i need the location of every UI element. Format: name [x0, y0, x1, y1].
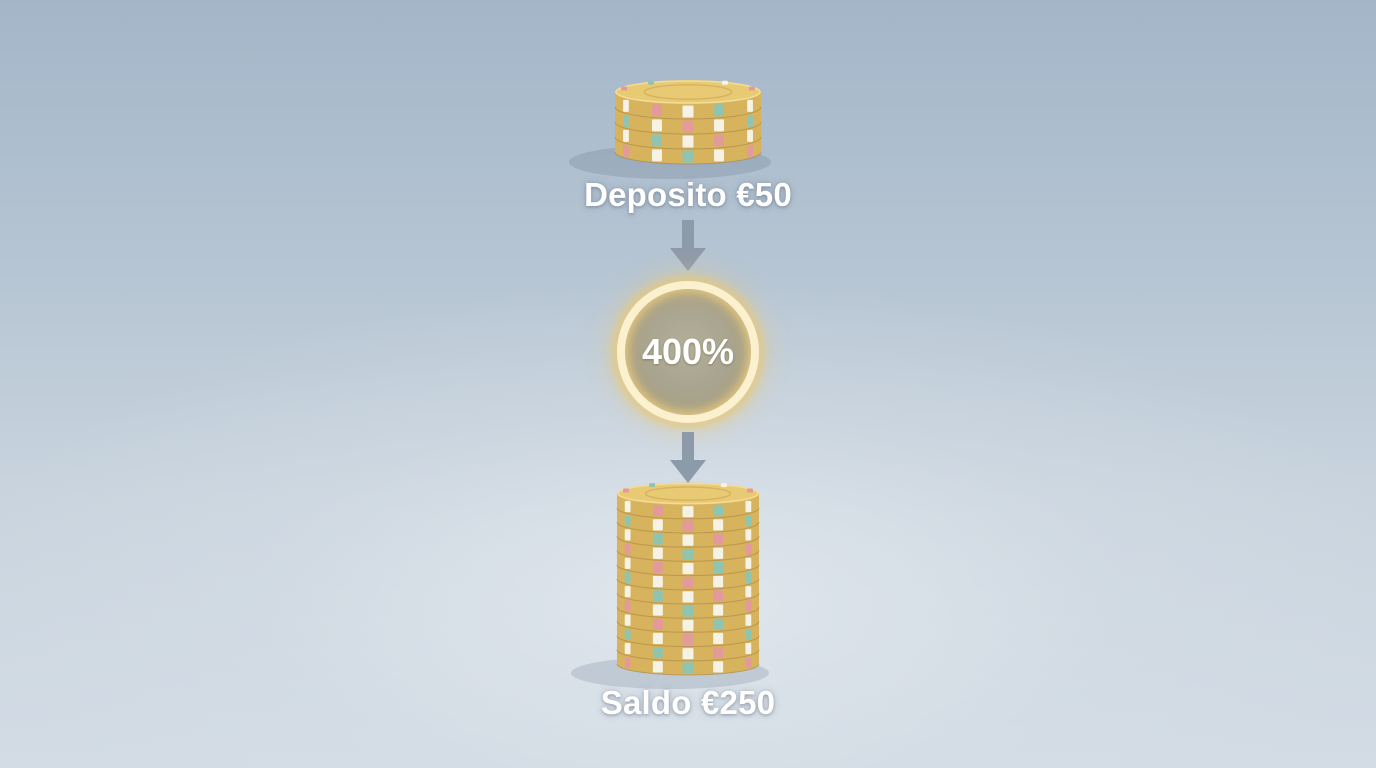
bonus-percent-badge: 400% [617, 281, 759, 423]
bonus-illustration: Deposito €50 400% Saldo €250 [0, 0, 1376, 768]
casino-chip-icon [616, 482, 760, 520]
balance-chip-stack [571, 482, 769, 689]
balance-label: Saldo €250 [600, 684, 776, 721]
deposit-label: Deposito €50 [584, 176, 792, 213]
casino-chip-icon [614, 80, 762, 120]
arrow-down-icon [670, 220, 706, 271]
bonus-percent-text: 400% [641, 331, 735, 372]
deposit-chip-stack [569, 80, 771, 179]
